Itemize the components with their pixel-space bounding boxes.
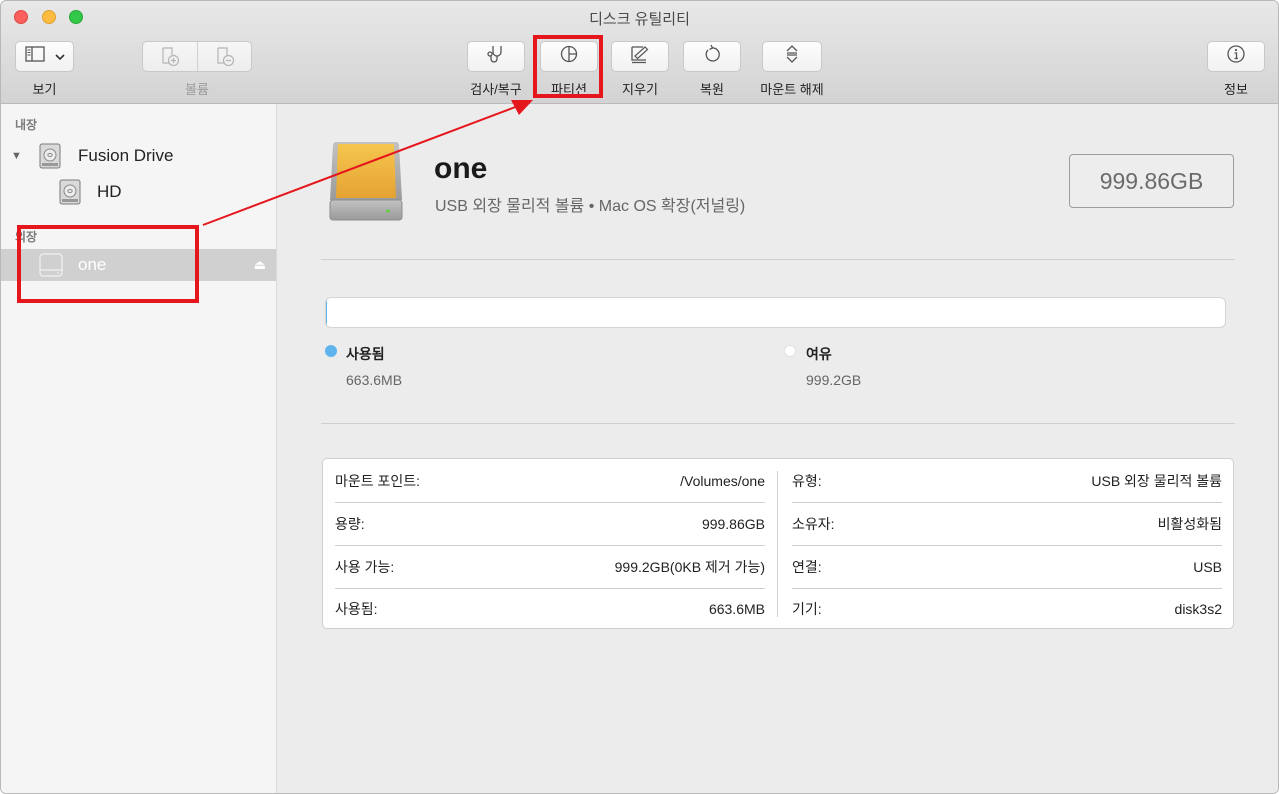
external-drive-large-icon bbox=[328, 140, 404, 222]
info-row-connection: 연결: USB bbox=[792, 546, 1222, 589]
annotation-highlight-partition bbox=[533, 35, 603, 98]
first-aid-button[interactable] bbox=[467, 41, 525, 72]
sidebar: 내장 ▼ Fusion Drive HD 외장 one ⏏ bbox=[1, 104, 277, 793]
volume-detail-pane: one USB 외장 물리적 볼륨 • Mac OS 확장(저널링) 999.8… bbox=[278, 104, 1278, 793]
info-row-type: 유형: USB 외장 물리적 볼륨 bbox=[792, 460, 1222, 503]
unmount-icon bbox=[785, 44, 799, 69]
restore-icon bbox=[702, 44, 722, 69]
volume-info-table: 마운트 포인트: /Volumes/one 용량: 999.86GB 사용 가능… bbox=[322, 458, 1234, 629]
info-button[interactable] bbox=[1207, 41, 1265, 72]
erase-icon bbox=[629, 44, 651, 69]
volume-name: one bbox=[434, 152, 488, 185]
used-legend-value: 663.6MB bbox=[346, 372, 403, 388]
info-label: 유형: bbox=[792, 473, 822, 489]
free-legend-label: 여유 bbox=[806, 346, 832, 362]
volume-description: USB 외장 물리적 볼륨 • Mac OS 확장(저널링) bbox=[435, 198, 746, 215]
stethoscope-icon bbox=[485, 44, 507, 69]
sidebar-item-hd[interactable]: HD bbox=[1, 176, 276, 208]
info-column-left: 마운트 포인트: /Volumes/one 용량: 999.86GB 사용 가능… bbox=[335, 459, 777, 628]
info-label: 마운트 포인트: bbox=[335, 473, 421, 489]
disk-utility-window: 디스크 유틸리티 보기 볼륨 검사/복구 파티션 지우기 복원 마운트 해제 정… bbox=[0, 0, 1279, 794]
erase-button[interactable] bbox=[611, 41, 669, 72]
info-column-right: 유형: USB 외장 물리적 볼륨 소유자: 비활성화됨 연결: USB 기기:… bbox=[792, 459, 1234, 628]
usage-bar-used-fill bbox=[326, 298, 327, 327]
free-legend-dot bbox=[784, 345, 796, 357]
info-label: 용량: bbox=[335, 516, 365, 532]
unmount-button[interactable] bbox=[762, 41, 822, 72]
free-legend-value: 999.2GB bbox=[806, 372, 862, 388]
view-button[interactable] bbox=[15, 41, 74, 72]
info-row-mount-point: 마운트 포인트: /Volumes/one bbox=[335, 460, 765, 503]
info-label: 정보 bbox=[1224, 82, 1248, 97]
add-volume-icon[interactable] bbox=[160, 47, 180, 72]
info-value: 비활성화됨 bbox=[1157, 516, 1222, 532]
info-row-device: 기기: disk3s2 bbox=[792, 587, 1222, 630]
volume-size-badge: 999.86GB bbox=[1069, 154, 1234, 208]
internal-disk-icon bbox=[59, 179, 81, 205]
restore-button[interactable] bbox=[683, 41, 741, 72]
sidebar-icon bbox=[24, 46, 45, 67]
chevron-down-icon bbox=[54, 48, 65, 66]
eject-icon[interactable]: ⏏ bbox=[254, 257, 266, 273]
volume-label: 볼륨 bbox=[185, 82, 209, 97]
info-label: 기기: bbox=[792, 600, 822, 617]
info-label: 사용 가능: bbox=[335, 559, 395, 575]
info-value: disk3s2 bbox=[1174, 600, 1222, 617]
info-label: 연결: bbox=[792, 559, 822, 575]
info-icon bbox=[1226, 44, 1246, 69]
annotation-highlight-volume bbox=[17, 225, 199, 303]
window-title: 디스크 유틸리티 bbox=[589, 11, 690, 28]
remove-volume-icon[interactable] bbox=[215, 47, 235, 72]
info-row-used: 사용됨: 663.6MB bbox=[335, 587, 765, 630]
info-row-owners: 소유자: 비활성화됨 bbox=[792, 503, 1222, 546]
sidebar-item-label: HD bbox=[97, 182, 122, 201]
info-value: USB bbox=[1193, 559, 1222, 575]
divider bbox=[321, 259, 1235, 260]
view-label: 보기 bbox=[32, 82, 57, 97]
toolbar: 디스크 유틸리티 보기 볼륨 검사/복구 파티션 지우기 복원 마운트 해제 정… bbox=[1, 1, 1278, 104]
first-aid-label: 검사/복구 bbox=[470, 82, 522, 97]
used-legend-label: 사용됨 bbox=[346, 346, 385, 362]
info-row-capacity: 용량: 999.86GB bbox=[335, 503, 765, 546]
column-separator bbox=[777, 471, 778, 617]
segment-divider bbox=[197, 42, 198, 71]
divider bbox=[321, 423, 1235, 424]
volume-segmented-control[interactable] bbox=[142, 41, 252, 72]
info-value: 999.2GB(0KB 제거 가능) bbox=[614, 559, 765, 575]
info-label: 사용됨: bbox=[335, 600, 378, 617]
internal-disk-icon bbox=[39, 143, 61, 169]
usage-bar bbox=[325, 297, 1226, 328]
sidebar-section-internal: 내장 bbox=[15, 118, 38, 132]
restore-label: 복원 bbox=[700, 82, 724, 97]
info-value: USB 외장 물리적 볼륨 bbox=[1091, 473, 1222, 489]
info-value: 663.6MB bbox=[708, 600, 765, 617]
info-value: 999.86GB bbox=[701, 516, 765, 532]
sidebar-item-fusion-drive[interactable]: ▼ Fusion Drive bbox=[1, 140, 276, 172]
erase-label: 지우기 bbox=[622, 82, 658, 97]
info-row-available: 사용 가능: 999.2GB(0KB 제거 가능) bbox=[335, 546, 765, 589]
info-label: 소유자: bbox=[792, 516, 835, 532]
sidebar-item-label: Fusion Drive bbox=[78, 146, 174, 165]
used-legend-dot bbox=[325, 345, 337, 357]
unmount-label: 마운트 해제 bbox=[760, 82, 824, 97]
disclosure-triangle-icon[interactable]: ▼ bbox=[11, 150, 22, 162]
info-value: /Volumes/one bbox=[680, 473, 765, 489]
